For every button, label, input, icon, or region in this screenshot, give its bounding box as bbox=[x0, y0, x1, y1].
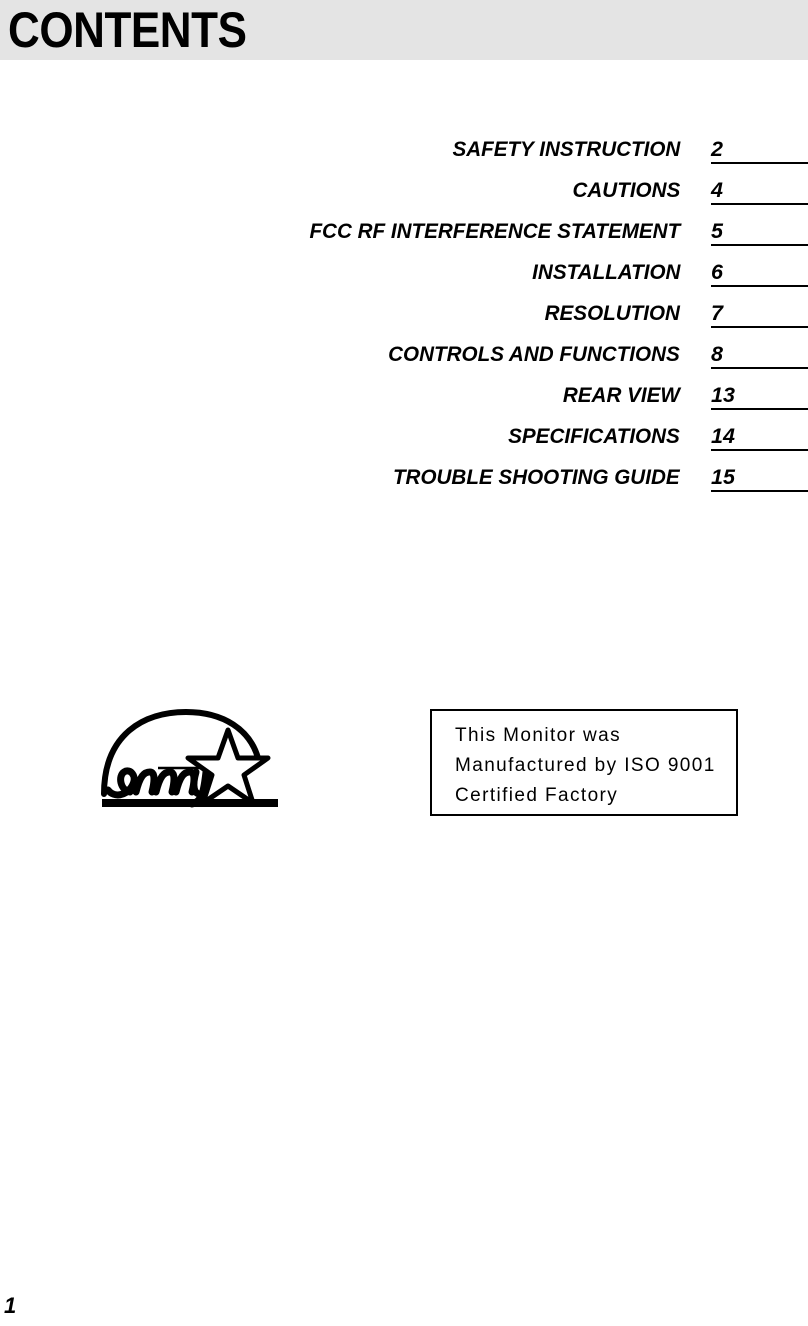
toc-entry-label: SAFETY INSTRUCTION bbox=[452, 137, 680, 161]
toc-entry-label: CAUTIONS bbox=[572, 178, 680, 202]
toc-entry[interactable]: INSTALLATION 6 bbox=[0, 256, 808, 297]
page-header-bar: CONTENTS bbox=[0, 0, 808, 60]
toc-entry-page-number: 14 bbox=[711, 424, 735, 448]
page-number-folio: 1 bbox=[4, 1293, 17, 1318]
toc-entry-leader: 7 bbox=[711, 300, 808, 328]
toc-entry-page-number: 8 bbox=[711, 342, 723, 366]
iso-certification-box: This Monitor was Manufactured by ISO 900… bbox=[430, 709, 738, 816]
toc-entry[interactable]: SAFETY INSTRUCTION 2 bbox=[0, 133, 808, 174]
toc-entry-leader: 8 bbox=[711, 341, 808, 369]
toc-entry[interactable]: FCC RF INTERFERENCE STATEMENT 5 bbox=[0, 215, 808, 256]
toc-entry-label: RESOLUTION bbox=[544, 301, 680, 325]
toc-entry-page-number: 7 bbox=[711, 301, 723, 325]
toc-entry[interactable]: CONTROLS AND FUNCTIONS 8 bbox=[0, 338, 808, 379]
toc-entry-page-number: 6 bbox=[711, 260, 723, 284]
toc-entry[interactable]: RESOLUTION 7 bbox=[0, 297, 808, 338]
toc-entry-leader: 6 bbox=[711, 259, 808, 287]
toc-entry[interactable]: TROUBLE SHOOTING GUIDE 15 bbox=[0, 461, 808, 502]
toc-entry-leader: 5 bbox=[711, 218, 808, 246]
toc-entry-leader: 4 bbox=[711, 177, 808, 205]
toc-entry-page-number: 2 bbox=[711, 137, 723, 161]
toc-entry-leader: 14 bbox=[711, 423, 808, 451]
table-of-contents: SAFETY INSTRUCTION 2 CAUTIONS 4 FCC RF I… bbox=[0, 133, 808, 502]
toc-entry-leader: 15 bbox=[711, 464, 808, 492]
page-title: CONTENTS bbox=[8, 2, 247, 58]
toc-entry-page-number: 5 bbox=[711, 219, 723, 243]
toc-entry[interactable]: CAUTIONS 4 bbox=[0, 174, 808, 215]
toc-entry-page-number: 15 bbox=[711, 465, 735, 489]
iso-certification-text: This Monitor was Manufactured by ISO 900… bbox=[455, 725, 716, 806]
toc-entry-page-number: 13 bbox=[711, 383, 735, 407]
toc-entry-label: FCC RF INTERFERENCE STATEMENT bbox=[309, 219, 680, 243]
toc-entry-leader: 13 bbox=[711, 382, 808, 410]
toc-entry-label: INSTALLATION bbox=[531, 260, 680, 284]
toc-entry[interactable]: REAR VIEW 13 bbox=[0, 379, 808, 420]
toc-entry-leader: 2 bbox=[711, 136, 808, 164]
toc-entry-label: TROUBLE SHOOTING GUIDE bbox=[393, 465, 680, 489]
toc-entry-label: REAR VIEW bbox=[563, 383, 680, 407]
toc-entry[interactable]: SPECIFICATIONS 14 bbox=[0, 420, 808, 461]
toc-entry-page-number: 4 bbox=[711, 178, 723, 202]
energy-star-icon bbox=[100, 706, 282, 810]
toc-entry-label: CONTROLS AND FUNCTIONS bbox=[388, 342, 680, 366]
toc-entry-label: SPECIFICATIONS bbox=[508, 424, 680, 448]
